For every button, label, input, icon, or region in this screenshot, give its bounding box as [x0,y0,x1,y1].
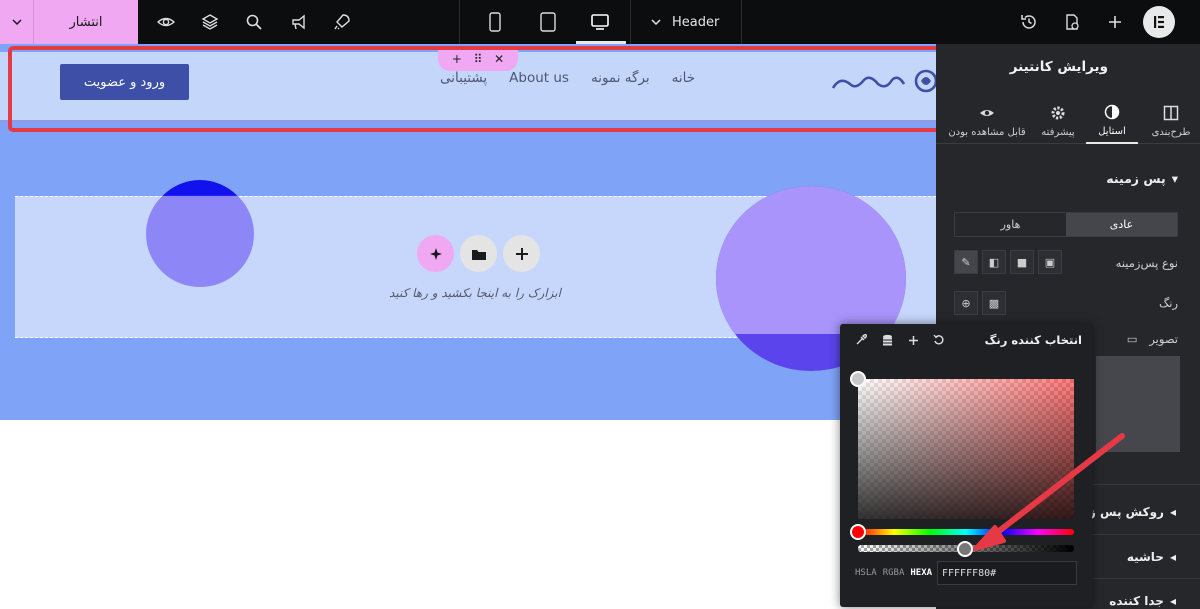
color-label: رنگ [1158,296,1178,310]
reset-icon[interactable] [932,333,946,347]
desktop-small-icon: ▭ [1126,332,1138,346]
document-selector[interactable]: Header [650,0,719,44]
accordion-label: حاشیه [1126,550,1164,564]
saturation-value-area[interactable] [858,379,1074,519]
eyedropper-icon[interactable] [854,333,868,347]
video-icon[interactable]: ■ [1010,250,1034,274]
format-rgba[interactable]: RGBA [883,568,905,578]
hue-slider[interactable] [858,529,1074,535]
toolbar-divider [459,0,460,44]
state-normal-tab[interactable]: عادی [1066,213,1177,236]
globe-icon[interactable]: ⊕ [954,291,978,315]
contrast-icon [1104,104,1120,119]
eye-icon [980,109,994,116]
tablet-icon[interactable] [537,11,559,33]
drop-zone-actions [417,235,540,272]
image-label: تصویر ▭ [1127,332,1178,346]
image-preview[interactable] [1096,356,1180,452]
elementor-logo[interactable] [1143,6,1175,38]
saturation-handle[interactable] [850,371,866,387]
color-controls: ▩ ⊕ [954,291,1006,315]
caret-left-icon: ◂ [1169,550,1176,564]
color-format-options: HSLA RGBA HEXA [855,568,932,578]
tab-advanced[interactable]: پیشرفته [1032,98,1084,144]
tab-layout[interactable]: طرح‌بندی [1142,98,1200,144]
tab-style[interactable]: استایل [1086,98,1138,144]
color-swatch-icon[interactable]: ▩ [982,291,1006,315]
alpha-slider-handle[interactable] [957,541,973,557]
toolbar-divider [630,0,631,44]
accordion-shape-divider[interactable]: ◂ جدا کننده [1109,594,1176,608]
format-hexa[interactable]: HEXA [910,568,932,578]
decorative-circle [146,195,254,287]
caret-left-icon: ◂ [1169,505,1176,519]
layers-icon[interactable] [199,11,221,33]
tab-label: پیشرفته [1041,126,1075,138]
chevron-down-icon [651,19,661,26]
search-icon[interactable] [243,11,265,33]
page-settings-icon[interactable] [1061,11,1083,33]
accordion-border[interactable]: ◂ حاشیه [1127,550,1176,564]
color-picker-title: انتخاب کننده رنگ [984,333,1082,347]
desktop-icon[interactable] [589,11,611,33]
eye-icon[interactable] [155,11,177,33]
mobile-icon[interactable] [484,11,506,33]
caret-left-icon: ◂ [1169,594,1176,608]
database-icon[interactable] [880,333,894,347]
color-picker-popover: انتخاب کننده رنگ HSLA RGBA HEXA [840,324,1092,607]
section-title: پس زمینه [1106,171,1166,186]
editor-canvas: ورود و عضویت خانه برگه نمونه About us پش… [0,44,936,609]
slideshow-icon[interactable]: ▣ [1038,250,1062,274]
color-picker-tools [854,333,946,347]
gradient-icon[interactable]: ◧ [982,250,1006,274]
tab-label: استایل [1098,125,1126,137]
history-icon[interactable] [1018,11,1040,33]
template-library-button[interactable] [460,235,497,272]
state-hover-tab[interactable]: هاور [955,213,1066,236]
document-name: Header [672,14,720,30]
brush-icon[interactable]: ✎ [954,250,978,274]
plus-icon[interactable] [906,333,920,347]
panel-tabs: طرح‌بندی استایل پیشرفته قابل مشاهده بودن [936,98,1200,144]
annotation-highlight-box [8,46,936,132]
ai-sparkle-button[interactable] [417,235,454,272]
state-toggle: عادی هاور [954,212,1178,237]
tab-visibility[interactable]: قابل مشاهده بودن [944,98,1030,144]
tab-label: طرح‌بندی [1151,126,1191,138]
top-toolbar: انتشار Header [0,0,1200,44]
format-hsla[interactable]: HSLA [855,568,877,578]
background-type-options: ▣ ■ ◧ ✎ [954,250,1062,274]
publish-options-chevron-icon[interactable] [0,0,34,44]
accordion-label: جدا کننده [1109,594,1164,608]
publish-button[interactable]: انتشار [34,0,138,44]
background-type-label: نوع پس‌زمینه [1115,256,1178,270]
toolbar-divider [741,0,742,44]
image-label-text: تصویر [1149,332,1178,346]
publish-group: انتشار [0,0,138,44]
section-background-header[interactable]: ▾ پس زمینه [1106,171,1178,186]
caret-down-icon: ▾ [1171,171,1178,186]
add-element-plus-icon[interactable] [1104,11,1126,33]
panel-title: ویرایش کانتینر [1009,59,1108,75]
layout-icon [1163,105,1179,120]
megaphone-icon[interactable] [288,11,310,33]
add-section-button[interactable] [503,235,540,272]
gear-icon [1051,106,1065,119]
hex-value-input[interactable] [937,561,1077,585]
hue-slider-handle[interactable] [850,524,866,540]
tab-label: قابل مشاهده بودن [948,126,1026,138]
hero-section: ورود و عضویت خانه برگه نمونه About us پش… [0,44,936,420]
rocket-icon[interactable] [331,11,353,33]
drop-zone-hint: ابزارک را به اینجا بکشید و رها کنید [389,286,561,300]
